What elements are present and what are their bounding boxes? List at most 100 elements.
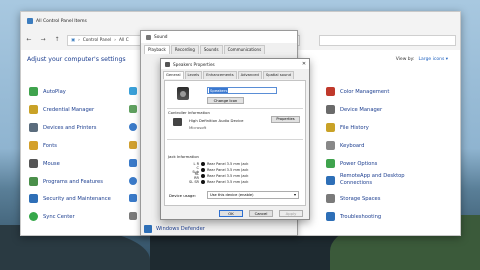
cp-item-label: Device Manager — [340, 106, 383, 113]
change-icon-button[interactable]: Change Icon — [207, 97, 244, 104]
up-arrow-icon[interactable]: ↑ — [53, 36, 61, 44]
cp-item-label: RemoteApp and Desktop Connections — [340, 173, 405, 186]
view-by-dropdown[interactable]: Large icons ▾ — [419, 57, 448, 62]
cp-item-storage-spaces[interactable]: Storage Spaces — [326, 194, 380, 203]
hidden-item-icon — [129, 159, 137, 167]
jack-dot-icon — [201, 173, 205, 178]
defender-icon — [144, 225, 152, 233]
breadcrumb-all-items[interactable]: All C — [119, 38, 129, 43]
tab-enhancements[interactable]: Enhancements — [203, 71, 237, 79]
cp-item-label: Keyboard — [340, 142, 365, 149]
jack-dot-icon — [201, 179, 205, 184]
breadcrumb-separator: › — [114, 37, 116, 43]
cp-item-mouse[interactable]: Mouse — [29, 159, 60, 168]
keyboard-icon — [326, 141, 335, 150]
cp-item-label: Programs and Features — [43, 178, 103, 185]
cp-item-label: Storage Spaces — [340, 195, 381, 202]
device-name-field[interactable]: Speakers — [207, 87, 277, 94]
apply-button[interactable]: Apply — [279, 210, 303, 217]
general-tab-panel: Speakers Change Icon Controller Informat… — [164, 80, 306, 206]
device-usage-label: Device usage: — [169, 193, 196, 198]
file-history-icon — [326, 123, 335, 132]
cp-item-file-history[interactable]: File History — [326, 123, 369, 132]
forward-arrow-icon[interactable]: → — [39, 36, 47, 44]
close-icon[interactable]: ✕ — [299, 61, 309, 67]
tab-advanced[interactable]: Advanced — [237, 71, 262, 79]
power-icon — [326, 159, 335, 168]
cp-item-device-manager[interactable]: Device Manager — [326, 105, 382, 114]
properties-button[interactable]: Properties — [271, 116, 300, 123]
tab-levels[interactable]: Levels — [184, 71, 203, 79]
tab-playback[interactable]: Playback — [144, 45, 170, 54]
ok-button[interactable]: OK — [219, 210, 243, 217]
cp-item-power-options[interactable]: Power Options — [326, 159, 377, 168]
hidden-item-icon — [129, 194, 137, 202]
cp-item-devices-printers[interactable]: Devices and Printers — [29, 123, 96, 132]
color-management-icon — [326, 87, 335, 96]
tab-general[interactable]: General — [163, 71, 184, 79]
view-by-label: View by: — [395, 56, 415, 62]
tab-spatial-sound[interactable]: Spatial sound — [262, 71, 294, 79]
defender-label: Windows Defender — [156, 226, 205, 232]
cp-item-credential-manager[interactable]: Credential Manager — [29, 105, 94, 114]
audio-device-icon — [173, 118, 182, 126]
view-by: View by: Large icons ▾ — [396, 57, 448, 62]
cp-item-label: Troubleshooting — [340, 213, 382, 220]
breadcrumb-control-panel[interactable]: Control Panel — [83, 38, 112, 43]
search-input[interactable] — [319, 34, 456, 46]
cp-item-keyboard[interactable]: Keyboard — [326, 141, 364, 150]
flag-icon — [29, 194, 38, 203]
fonts-icon — [29, 141, 38, 150]
divider — [167, 139, 303, 140]
cp-item-programs-features[interactable]: Programs and Features — [29, 177, 103, 186]
hidden-item-icon — [129, 177, 137, 185]
windows-defender-item[interactable]: Windows Defender — [144, 225, 205, 233]
cp-item-label: Mouse — [43, 160, 60, 167]
cp-item-label: Devices and Printers — [43, 124, 97, 131]
page-title: Adjust your computer's settings — [27, 55, 126, 63]
device-usage-dropdown[interactable]: Use this device (enable) — [207, 191, 299, 199]
storage-icon — [326, 194, 335, 203]
controller-vendor: Microsoft — [189, 125, 207, 130]
cp-item-label: Power Options — [340, 160, 378, 167]
jack-desc: Rear Panel 3.5 mm Jack — [207, 179, 249, 184]
speakers-title: Speakers Properties — [173, 61, 215, 67]
cp-item-sync-center[interactable]: Sync Center — [29, 212, 75, 221]
sound-title: Sound — [154, 34, 168, 40]
tab-sounds[interactable]: Sounds — [199, 45, 223, 54]
cp-item-troubleshooting[interactable]: Troubleshooting — [326, 212, 381, 221]
cp-item-label: AutoPlay — [43, 88, 66, 95]
cp-item-label: Security and Maintenance — [43, 195, 111, 202]
control-panel-icon — [27, 18, 33, 24]
sync-icon — [29, 212, 38, 221]
tab-communications[interactable]: Communications — [223, 45, 266, 54]
cp-item-remoteapp[interactable]: RemoteApp and Desktop Connections — [326, 173, 430, 187]
cp-item-security-maintenance[interactable]: Security and Maintenance — [29, 194, 111, 203]
controller-info-label: Controller Information — [168, 110, 210, 115]
jack-info-label: Jack Information — [168, 154, 199, 159]
control-panel-titlebar: All Control Panel Items — [21, 12, 460, 30]
remoteapp-icon — [326, 176, 335, 185]
jack-dot-icon — [201, 161, 205, 166]
hidden-item-icon — [129, 105, 137, 113]
cp-item-color-management[interactable]: Color Management — [326, 87, 389, 96]
speaker-icon — [177, 87, 189, 100]
cp-item-label: Credential Manager — [43, 106, 95, 113]
printer-icon — [29, 123, 38, 132]
cancel-button[interactable]: Cancel — [249, 210, 273, 217]
troubleshooting-icon — [326, 212, 335, 221]
cp-item-fonts[interactable]: Fonts — [29, 141, 57, 150]
speakers-properties-dialog: Speakers Properties ✕ General Levels Enh… — [160, 58, 310, 220]
controller-name: High Definition Audio Device — [189, 118, 244, 123]
jack-desc: Rear Panel 3.5 mm Jack — [207, 161, 249, 166]
jack-channel: SL SR — [189, 179, 199, 184]
divider — [167, 108, 303, 109]
mouse-icon — [29, 159, 38, 168]
tab-recording[interactable]: Recording — [170, 45, 199, 54]
sound-tabs: Playback Recording Sounds Communications — [141, 43, 297, 54]
credential-manager-icon — [29, 105, 38, 114]
cp-item-autoplay[interactable]: AutoPlay — [29, 87, 66, 96]
device-name-value: Speakers — [209, 88, 229, 93]
jack-desc: Rear Panel 3.5 mm Jack — [207, 167, 249, 172]
back-arrow-icon[interactable]: ← — [25, 36, 33, 44]
